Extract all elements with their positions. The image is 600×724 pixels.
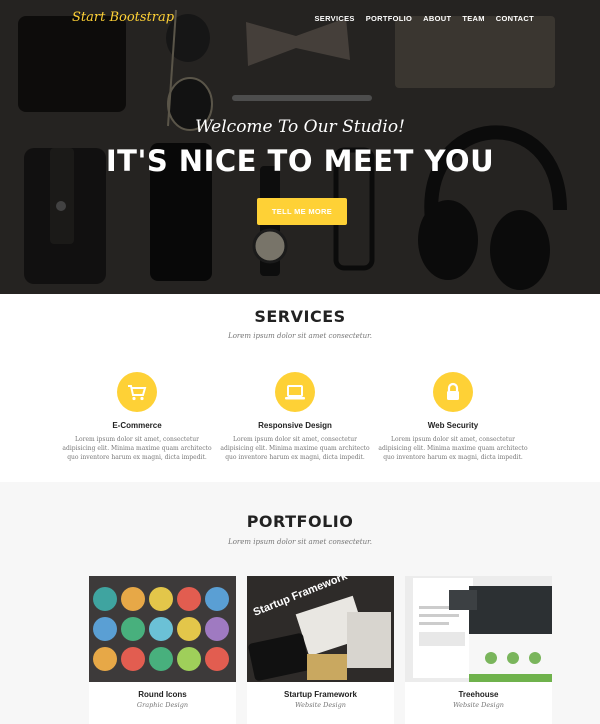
portfolio-thumbnail: [89, 576, 236, 682]
portfolio-caption: Treehouse Website Design: [405, 682, 552, 709]
portfolio-section: PORTFOLIO Lorem ipsum dolor sit amet con…: [0, 482, 600, 724]
service-icon-circle: [275, 372, 315, 412]
portfolio-caption: Startup Framework Website Design: [247, 682, 394, 709]
service-responsive-design: Responsive Design Lorem ipsum dolor sit …: [220, 372, 370, 462]
nav-link-team[interactable]: TEAM: [462, 14, 484, 23]
startup-framework-preview-image: Startup Framework: [247, 576, 394, 682]
portfolio-thumbnail: [405, 576, 552, 682]
service-icon-circle: [117, 372, 157, 412]
portfolio-item-startup-framework[interactable]: Startup Framework Startup Framework Webs…: [247, 576, 394, 724]
portfolio-thumbnail: Startup Framework: [247, 576, 394, 682]
tell-me-more-button[interactable]: TELL ME MORE: [257, 198, 347, 225]
services-section: SERVICES Lorem ipsum dolor sit amet cons…: [0, 294, 600, 482]
portfolio-title: Startup Framework: [284, 690, 357, 699]
service-title: Web Security: [427, 421, 479, 430]
hero-lead: Welcome To Our Studio!: [195, 117, 405, 137]
round-icons-preview-image: [89, 576, 236, 682]
portfolio-item-treehouse[interactable]: Treehouse Website Design: [405, 576, 552, 724]
lock-icon: [447, 382, 459, 400]
services-subheading: Lorem ipsum dolor sit amet consectetur.: [228, 332, 372, 340]
nav-links: SERVICES PORTFOLIO ABOUT TEAM CONTACT: [304, 14, 535, 23]
brand-logo[interactable]: Start Bootstrap: [72, 10, 174, 25]
navbar: Start Bootstrap SERVICES PORTFOLIO ABOUT…: [0, 0, 600, 38]
service-title: Responsive Design: [258, 421, 332, 430]
service-icon-circle: [433, 372, 473, 412]
nav-link-services[interactable]: SERVICES: [315, 14, 355, 23]
portfolio-heading: PORTFOLIO: [246, 512, 354, 531]
portfolio-subtitle: Website Design: [453, 701, 504, 709]
service-description: Lorem ipsum dolor sit amet, consectetur …: [220, 436, 370, 461]
service-description: Lorem ipsum dolor sit amet, consectetur …: [62, 436, 212, 461]
hero-section: Start Bootstrap SERVICES PORTFOLIO ABOUT…: [0, 0, 600, 294]
portfolio-item-round-icons[interactable]: Round Icons Graphic Design: [89, 576, 236, 724]
portfolio-caption: Round Icons Graphic Design: [89, 682, 236, 709]
service-description: Lorem ipsum dolor sit amet, consectetur …: [378, 436, 528, 461]
nav-link-portfolio[interactable]: PORTFOLIO: [366, 14, 412, 23]
hero-heading: IT'S NICE TO MEET YOU: [105, 144, 495, 178]
nav-link-about[interactable]: ABOUT: [423, 14, 451, 23]
service-ecommerce: E-Commerce Lorem ipsum dolor sit amet, c…: [62, 372, 212, 462]
service-title: E-Commerce: [112, 421, 162, 430]
portfolio-subtitle: Graphic Design: [136, 701, 189, 709]
nav-link-contact[interactable]: CONTACT: [496, 14, 534, 23]
laptop-icon: [285, 385, 305, 400]
treehouse-preview-image: [405, 576, 552, 682]
services-heading: SERVICES: [254, 307, 346, 326]
portfolio-title: Treehouse: [458, 690, 499, 699]
portfolio-subtitle: Website Design: [295, 701, 346, 709]
shopping-cart-icon: [128, 385, 147, 401]
service-web-security: Web Security Lorem ipsum dolor sit amet,…: [378, 372, 528, 462]
portfolio-title: Round Icons: [138, 690, 187, 699]
portfolio-subheading: Lorem ipsum dolor sit amet consectetur.: [228, 538, 372, 546]
